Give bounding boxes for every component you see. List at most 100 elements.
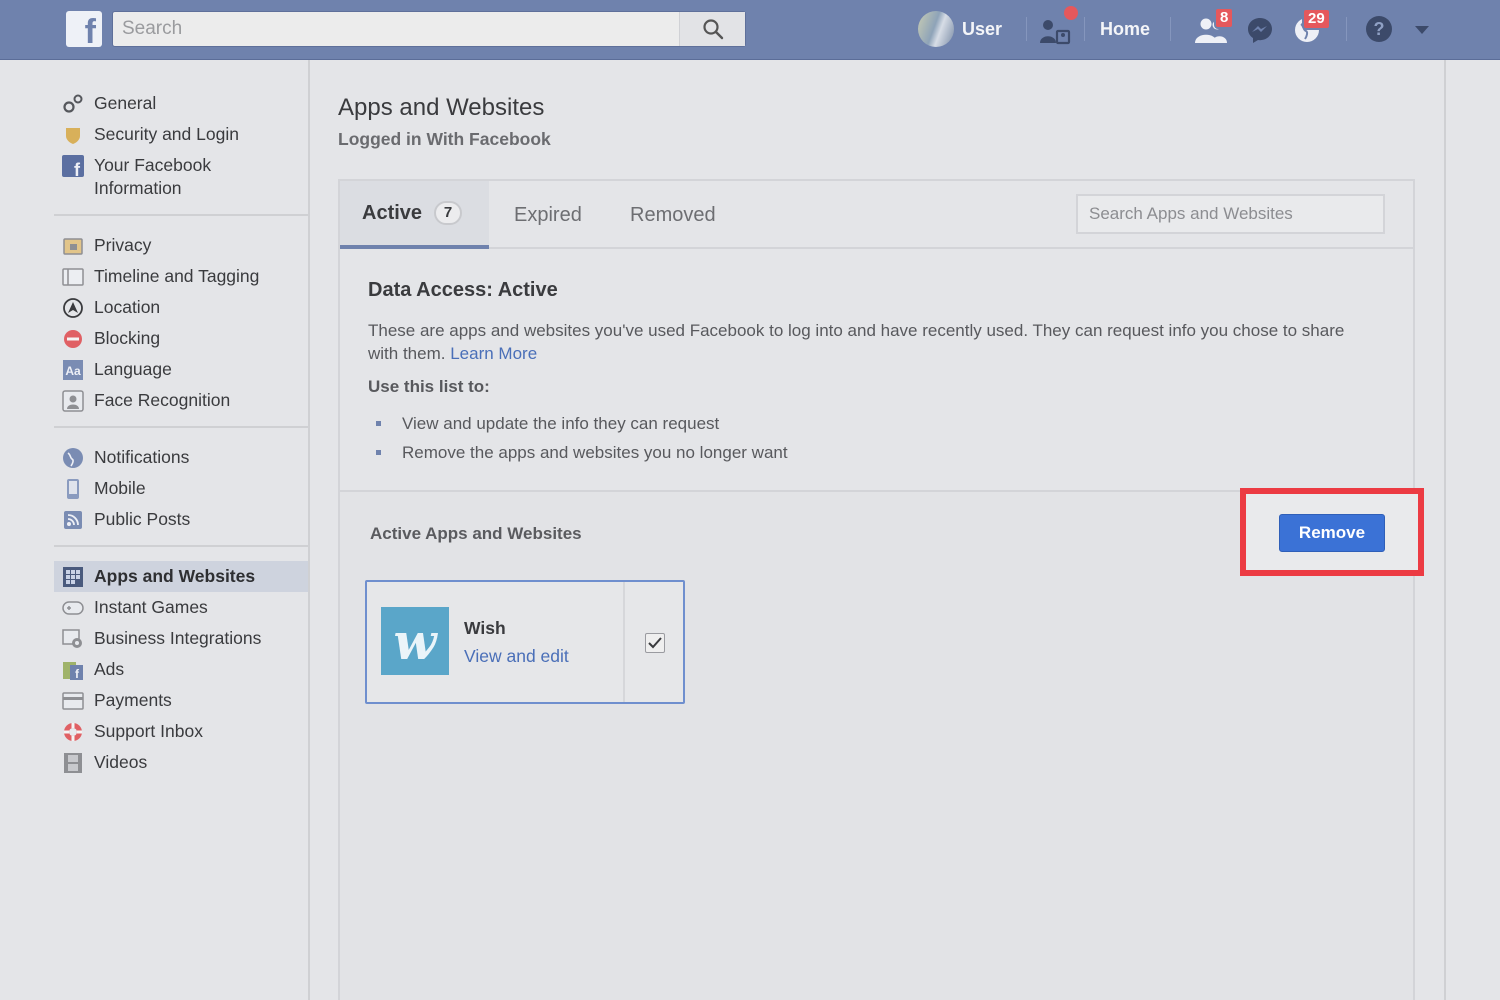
friend-requests-button[interactable]: 8	[1194, 7, 1235, 45]
sidebar-divider	[308, 60, 310, 1000]
list-item: Remove the apps and websites you no long…	[376, 438, 788, 467]
search-button[interactable]	[679, 12, 745, 46]
notifications-button[interactable]: 29	[1292, 8, 1331, 44]
app-select-checkbox[interactable]	[645, 633, 665, 653]
svg-text:Aa: Aa	[65, 364, 81, 378]
tab-count-badge: 7	[434, 201, 463, 225]
apps-search-input[interactable]	[1078, 196, 1383, 232]
blocking-icon	[62, 328, 84, 350]
data-access-info: Data Access: Active These are apps and w…	[340, 249, 1413, 492]
lifebuoy-icon	[62, 721, 84, 743]
business-icon	[62, 628, 84, 650]
gears-icon	[62, 93, 84, 115]
search-input[interactable]	[113, 12, 679, 46]
film-icon	[62, 752, 84, 774]
sidebar-item-label: Apps and Websites	[94, 566, 256, 586]
sidebar-item-public-posts[interactable]: Public Posts	[54, 504, 308, 535]
sidebar-item-label: Security and Login	[94, 124, 239, 144]
wish-logo-icon: w	[381, 607, 449, 675]
apps-icon	[62, 566, 84, 588]
help-icon: ?	[1366, 16, 1392, 42]
notifications-badge: 29	[1302, 8, 1331, 30]
globe-icon	[62, 447, 84, 469]
divider	[1170, 17, 1171, 41]
remove-button[interactable]: Remove	[1279, 514, 1385, 552]
divider	[1346, 17, 1347, 41]
sidebar-item-label: Instant Games	[94, 597, 208, 617]
divider	[1084, 17, 1085, 41]
sidebar-item-label: Ads	[94, 659, 125, 679]
sidebar-item-label: Timeline and Tagging	[94, 266, 260, 286]
sidebar-item-support-inbox[interactable]: Support Inbox	[54, 716, 308, 747]
sidebar-item-face-recognition[interactable]: Face Recognition	[54, 385, 308, 416]
shield-icon	[62, 124, 84, 146]
view-and-edit-link[interactable]: View and edit	[464, 646, 569, 667]
avatar	[918, 11, 954, 47]
learn-more-link[interactable]: Learn More	[450, 344, 537, 363]
tab-label: Active	[362, 201, 423, 224]
sidebar-item-label: Privacy	[94, 235, 152, 255]
sidebar-item-label: Notifications	[94, 447, 190, 467]
friend-requests-badge: 8	[1214, 7, 1235, 29]
profile-link[interactable]: User	[918, 11, 1002, 47]
divider	[1026, 17, 1027, 41]
facebook-icon: f	[62, 155, 84, 177]
card-icon	[62, 690, 84, 712]
sidebar-item-location[interactable]: Location	[54, 292, 308, 323]
sidebar-item-videos[interactable]: Videos	[54, 747, 308, 778]
mobile-icon	[62, 478, 84, 500]
ads-icon: f	[62, 659, 84, 681]
divider	[54, 214, 308, 216]
active-apps-label: Active Apps and Websites	[370, 524, 582, 543]
facebook-logo-icon[interactable]: f	[66, 11, 102, 47]
svg-text:?: ?	[1374, 19, 1385, 39]
sidebar-item-label: Blocking	[94, 328, 161, 348]
sidebar-item-your-facebook-information[interactable]: f Your Facebook Information	[54, 150, 308, 204]
sidebar-item-privacy[interactable]: Privacy	[54, 230, 308, 261]
sidebar-item-timeline-and-tagging[interactable]: Timeline and Tagging	[54, 261, 308, 292]
tab-removed[interactable]: Removed	[630, 181, 716, 249]
use-list: View and update the info they can reques…	[376, 409, 788, 467]
tab-expired[interactable]: Expired	[514, 181, 582, 249]
sidebar-item-business-integrations[interactable]: Business Integrations	[54, 623, 308, 654]
sidebar-item-language[interactable]: Aa Language	[54, 354, 308, 385]
user-name: User	[962, 18, 1003, 39]
sidebar-item-label: Your Facebook Information	[94, 155, 212, 198]
tab-bar: Active 7 Expired Removed	[340, 181, 1413, 249]
sidebar-item-label: Language	[94, 359, 172, 379]
sidebar-item-general[interactable]: General	[54, 88, 308, 119]
section-description: These are apps and websites you've used …	[368, 319, 1378, 365]
app-card-wish[interactable]: w Wish View and edit	[365, 580, 685, 704]
page-title: Apps and Websites	[338, 94, 545, 121]
privacy-icon	[62, 235, 84, 257]
sidebar-item-label: Location	[94, 297, 161, 317]
gamepad-icon	[62, 597, 84, 619]
use-list-label: Use this list to:	[368, 377, 490, 396]
sidebar-item-security[interactable]: Security and Login	[54, 119, 308, 150]
sidebar-item-label: Support Inbox	[94, 721, 203, 741]
messages-button[interactable]	[1245, 16, 1275, 44]
svg-text:f: f	[74, 160, 81, 177]
sidebar-item-apps-and-websites[interactable]: Apps and Websites	[54, 561, 308, 592]
list-item: View and update the info they can reques…	[376, 409, 788, 438]
app-name: Wish	[464, 618, 506, 638]
language-icon: Aa	[62, 359, 84, 381]
help-button[interactable]: ?	[1364, 14, 1394, 44]
sidebar-item-notifications[interactable]: Notifications	[54, 442, 308, 473]
tab-active[interactable]: Active 7	[340, 181, 489, 249]
rss-icon	[62, 509, 84, 531]
sidebar-item-instant-games[interactable]: Instant Games	[54, 592, 308, 623]
sidebar-item-ads[interactable]: f Ads	[54, 654, 308, 685]
global-search	[112, 11, 746, 47]
home-link[interactable]: Home	[1100, 19, 1150, 40]
find-friends-button[interactable]	[1038, 6, 1078, 46]
account-menu-button[interactable]	[1412, 20, 1432, 40]
caret-down-icon	[1415, 26, 1429, 34]
top-navigation-bar: f User Home 8 29 ?	[0, 0, 1500, 60]
divider	[623, 582, 625, 702]
divider	[54, 426, 308, 428]
sidebar-item-blocking[interactable]: Blocking	[54, 323, 308, 354]
sidebar-item-mobile[interactable]: Mobile	[54, 473, 308, 504]
location-icon	[62, 297, 84, 319]
sidebar-item-payments[interactable]: Payments	[54, 685, 308, 716]
